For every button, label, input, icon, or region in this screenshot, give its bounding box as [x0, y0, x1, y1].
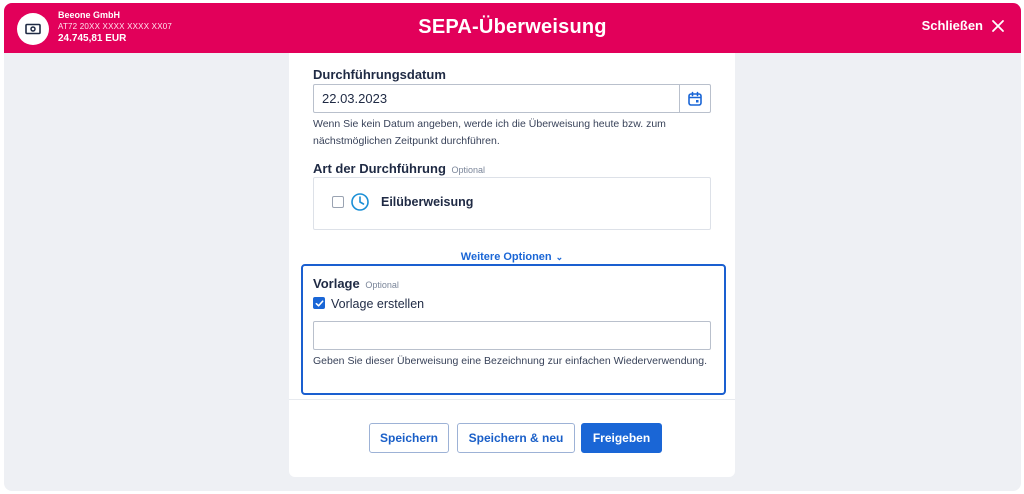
template-section: Vorlage Optional Vorlage erstellen Geben…	[301, 264, 726, 395]
calendar-button[interactable]	[679, 84, 711, 113]
express-transfer-label: Eilüberweisung	[381, 195, 474, 209]
chevron-down-icon: ⌄	[555, 252, 564, 262]
execution-optional-tag: Optional	[451, 165, 486, 175]
template-optional-tag: Optional	[365, 280, 399, 290]
more-options-toggle[interactable]: Weitere Optionen ⌄	[289, 251, 735, 263]
template-hint: Geben Sie dieser Überweisung eine Bezeic…	[313, 355, 707, 367]
date-label: Durchführungsdatum	[313, 67, 446, 82]
close-icon	[992, 19, 1004, 32]
calendar-icon	[688, 91, 702, 106]
date-hint: Wenn Sie kein Datum angeben, werde ich d…	[313, 118, 666, 147]
close-label: Schließen	[921, 18, 983, 33]
header-bar: Beeone GmbH AT72 20XX XXXX XXXX XX07 24.…	[4, 3, 1021, 53]
more-options-label: Weitere Optionen	[460, 251, 552, 263]
close-button[interactable]: Schließen	[922, 18, 1005, 33]
create-template-label: Vorlage erstellen	[331, 297, 425, 311]
create-template-checkbox[interactable]	[313, 297, 325, 309]
save-and-new-button[interactable]: Speichern & neu	[457, 423, 575, 453]
express-transfer-checkbox[interactable]	[332, 196, 344, 208]
clock-icon	[351, 193, 369, 211]
execution-label: Art der Durchführung Optional	[313, 161, 485, 176]
save-button[interactable]: Speichern	[369, 423, 449, 453]
template-label: Vorlage Optional	[313, 276, 399, 291]
execution-label-text: Art der Durchführung	[313, 161, 446, 176]
app-window: Beeone GmbH AT72 20XX XXXX XXXX XX07 24.…	[4, 3, 1021, 491]
transfer-form-card: Durchführungsdatum Wenn Sie kein Datum a…	[289, 53, 735, 477]
divider	[289, 399, 735, 400]
checkmark-icon	[315, 299, 323, 307]
template-label-text: Vorlage	[313, 276, 360, 291]
template-name-input[interactable]	[313, 321, 711, 350]
execution-option-box: Eilüberweisung	[313, 177, 711, 230]
page-title: SEPA-Überweisung	[418, 16, 607, 38]
release-button[interactable]: Freigeben	[581, 423, 662, 453]
date-input[interactable]	[313, 84, 680, 113]
